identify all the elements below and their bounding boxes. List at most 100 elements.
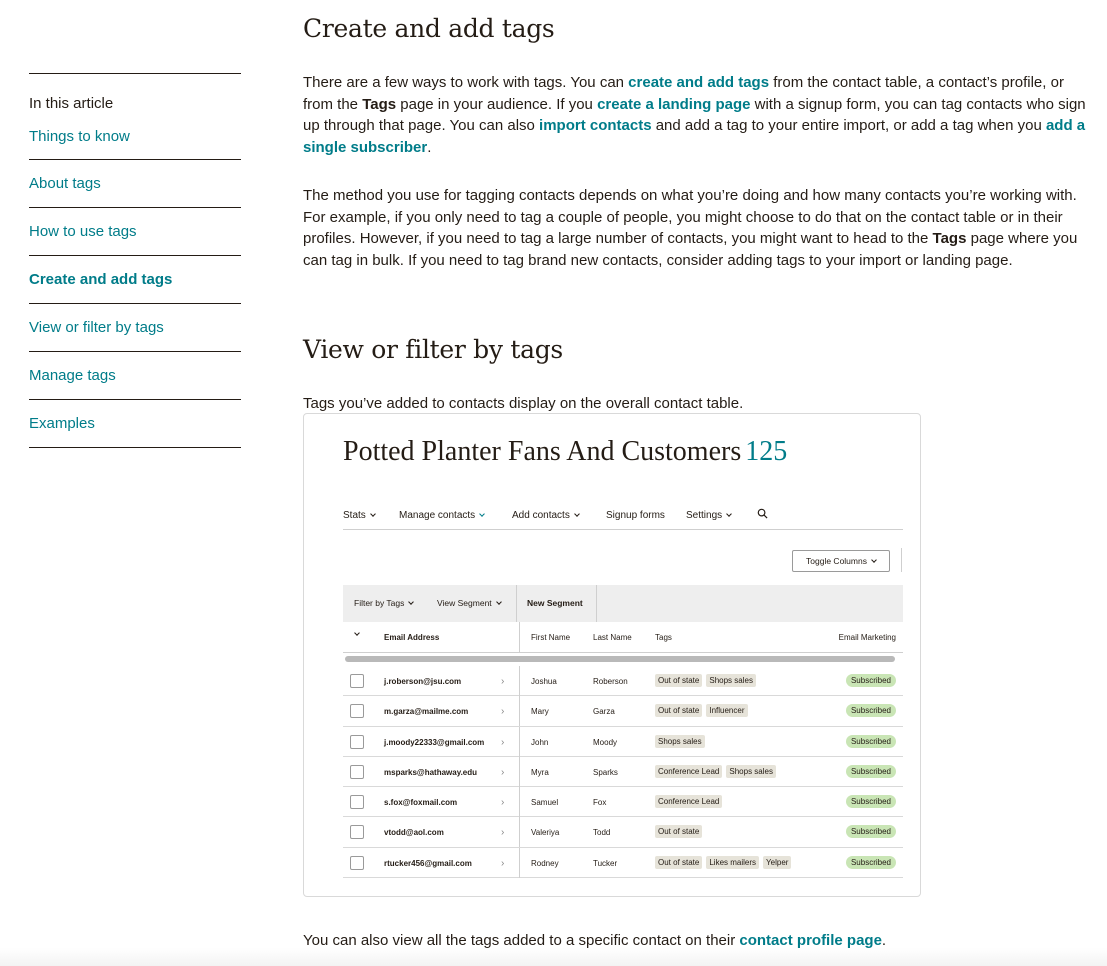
- row-tags: Conference Lead Shops sales: [655, 764, 780, 778]
- table-row[interactable]: j.roberson@jsu.com › Joshua Roberson Out of …: [343, 666, 903, 697]
- divider: [519, 787, 520, 818]
- horizontal-scrollbar[interactable]: [345, 656, 895, 662]
- chevron-down-icon: [495, 599, 502, 605]
- status-badge: Subscribed: [845, 825, 896, 839]
- nav-label: Settings: [686, 510, 723, 521]
- row-email[interactable]: s.fox@foxmail.com: [384, 798, 457, 807]
- divider: [519, 817, 520, 848]
- chevron-down-icon: [573, 511, 580, 517]
- divider: [519, 622, 520, 652]
- tag-chip[interactable]: Out of state: [655, 825, 703, 839]
- divider: [519, 847, 520, 878]
- row-last-name: Roberson: [593, 677, 628, 686]
- nav-signup-forms[interactable]: Signup forms: [606, 510, 665, 521]
- status-badge: Subscribed: [845, 795, 896, 809]
- table-row[interactable]: rtucker456@gmail.com › Rodney Tucker Out of …: [343, 847, 903, 879]
- chevron-right-icon[interactable]: ›: [501, 827, 504, 838]
- link-import-contacts[interactable]: import contacts: [539, 117, 652, 134]
- row-first-name: Mary: [531, 707, 549, 717]
- row-checkbox[interactable]: [350, 674, 364, 688]
- link-create-a-landing-page[interactable]: create a landing page: [597, 96, 750, 113]
- tag-chip[interactable]: Out of state: [655, 855, 703, 869]
- nav-settings[interactable]: Settings: [686, 510, 732, 521]
- row-first-name: Myra: [531, 767, 549, 777]
- column-header-last-name[interactable]: Last Name: [593, 633, 632, 642]
- toc-item-examples[interactable]: Examples: [29, 400, 241, 448]
- nav-add-contacts[interactable]: Add contacts: [512, 510, 580, 521]
- tag-chip[interactable]: Shops sales: [655, 734, 705, 748]
- chevron-right-icon[interactable]: ›: [501, 737, 504, 748]
- table-row[interactable]: m.garza@mailme.com › Mary Garza Out of state…: [343, 696, 903, 727]
- table-row[interactable]: s.fox@foxmail.com › Samuel Fox Conference Le…: [343, 787, 903, 818]
- row-email[interactable]: rtucker456@gmail.com: [384, 859, 472, 868]
- row-checkbox[interactable]: [350, 795, 364, 810]
- toc-item-manage-tags[interactable]: Manage tags: [29, 352, 241, 400]
- chevron-right-icon[interactable]: ›: [501, 676, 504, 687]
- tag-chip[interactable]: Out of state: [655, 704, 703, 718]
- table-row[interactable]: msparks@hathaway.edu › Myra Sparks Conferenc…: [343, 756, 903, 788]
- chevron-right-icon[interactable]: ›: [501, 858, 504, 869]
- column-header-email[interactable]: Email Address: [384, 633, 439, 642]
- text-run: and add a tag to your entire import, or …: [651, 117, 1046, 134]
- toggle-columns-button[interactable]: Toggle Columns: [792, 550, 890, 572]
- toc-item-about-tags[interactable]: About tags: [29, 160, 241, 208]
- toc-item-create-and-add-tags[interactable]: Create and add tags: [29, 256, 241, 304]
- table-row[interactable]: vtodd@aol.com › Valeriya Todd Out of state Su…: [343, 817, 903, 848]
- link-create-and-add-tags[interactable]: create and add tags: [628, 74, 769, 91]
- toc-item-how-to-use-tags[interactable]: How to use tags: [29, 208, 241, 256]
- nav-stats[interactable]: Stats: [343, 510, 376, 521]
- column-header-tags[interactable]: Tags: [655, 633, 672, 642]
- row-checkbox[interactable]: [350, 855, 364, 870]
- divider: [519, 726, 520, 757]
- column-header-email-marketing[interactable]: Email Marketing: [839, 633, 896, 642]
- tag-chip[interactable]: Shops sales: [706, 674, 756, 687]
- tag-chip[interactable]: Conference Lead: [655, 764, 723, 778]
- tag-chip[interactable]: Likes mailers: [706, 855, 760, 869]
- chevron-right-icon[interactable]: ›: [501, 797, 504, 808]
- filter-label: View Segment: [437, 598, 492, 608]
- bottom-fade: [0, 948, 1107, 966]
- divider: [519, 756, 520, 787]
- divider: [516, 585, 517, 622]
- row-email[interactable]: j.roberson@jsu.com: [384, 677, 461, 686]
- row-checkbox[interactable]: [350, 825, 364, 840]
- tag-chip[interactable]: Influencer: [706, 704, 748, 718]
- select-all-chevron[interactable]: [354, 630, 360, 639]
- search-icon[interactable]: [757, 508, 768, 519]
- text-run: .: [427, 138, 432, 156]
- chevron-down-icon: [354, 630, 360, 636]
- tag-chip[interactable]: Yelper: [763, 855, 792, 869]
- chevron-down-icon: [408, 599, 415, 605]
- row-tags: Out of state Influencer: [655, 704, 752, 718]
- divider: [901, 548, 902, 572]
- chevron-right-icon[interactable]: ›: [501, 767, 504, 778]
- row-email[interactable]: m.garza@mailme.com: [384, 707, 468, 716]
- tag-chip[interactable]: Shops sales: [726, 764, 776, 778]
- chevron-down-icon: [479, 511, 486, 517]
- audience-name: Potted Planter Fans And Customers: [343, 436, 742, 467]
- row-email[interactable]: j.moody22333@gmail.com: [384, 738, 484, 747]
- filter-by-tags-dropdown[interactable]: Filter by Tags: [354, 598, 415, 608]
- row-email[interactable]: vtodd@aol.com: [384, 828, 444, 837]
- row-checkbox[interactable]: [350, 704, 364, 719]
- toc-item-view-or-filter-by-tags[interactable]: View or filter by tags: [29, 304, 241, 352]
- tag-chip[interactable]: Conference Lead: [655, 795, 723, 809]
- table-of-contents: In this article Things to know About tag…: [29, 73, 241, 448]
- audience-title: Potted Planter Fans And Customers 125: [343, 436, 787, 468]
- table-row[interactable]: j.moody22333@gmail.com › John Moody Shops sa…: [343, 726, 903, 757]
- status-badge: Subscribed: [845, 704, 896, 718]
- toc-item-things-to-know[interactable]: Things to know: [29, 120, 241, 160]
- column-header-first-name[interactable]: First Name: [531, 633, 570, 642]
- tag-chip[interactable]: Out of state: [655, 674, 703, 687]
- create-paragraph-2: The method you use for tagging contacts …: [303, 185, 1088, 271]
- chevron-right-icon[interactable]: ›: [501, 706, 504, 717]
- nav-manage-contacts[interactable]: Manage contacts: [399, 510, 486, 521]
- new-segment-button[interactable]: New Segment: [527, 598, 583, 608]
- status-badge: Subscribed: [845, 674, 896, 687]
- audience-nav: Stats Manage contacts Add contacts Signu…: [343, 508, 903, 530]
- row-checkbox[interactable]: [350, 764, 364, 779]
- row-checkbox[interactable]: [350, 734, 364, 749]
- link-contact-profile-page[interactable]: contact profile page: [739, 932, 882, 949]
- view-segment-dropdown[interactable]: View Segment: [437, 598, 502, 608]
- row-email[interactable]: msparks@hathaway.edu: [384, 768, 477, 777]
